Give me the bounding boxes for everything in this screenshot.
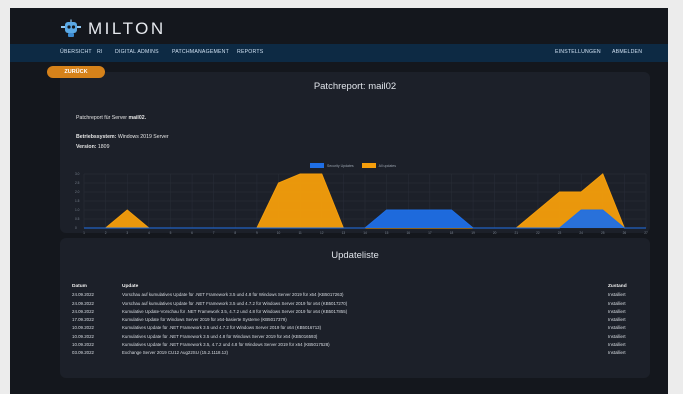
version-label: Version: (76, 144, 97, 150)
x-tick-label: 15 (385, 231, 389, 235)
server-info: Patchreport für Server mail02. (76, 115, 146, 121)
nav-item-abmelden[interactable]: ABMELDEN (612, 49, 642, 55)
x-tick-label: 22 (536, 231, 540, 235)
table-row: 24.09.2022 Kumulative Update-Vorschau für… (72, 309, 636, 317)
table-row: 10.09.2022 Kumulatives Update für .NET Fr… (72, 342, 636, 350)
x-tick-label: 20 (493, 231, 497, 235)
os-label: Betriebssystem: (76, 134, 117, 140)
row-status: Installiert (608, 300, 626, 306)
row-date: 03.09.2022 (72, 350, 94, 356)
table-row: 03.09.2022 Exchange Server 2019 CU12 Aug2… (72, 350, 636, 358)
nav-item-patchmanagement[interactable]: PATCHMANAGEMENT (172, 49, 229, 55)
nav-item-reports[interactable]: REPORTS (237, 49, 263, 55)
updates-table: Datum Update Zustand 24.09.2022 Vorschau … (72, 284, 636, 359)
y-tick-label: 2.0 (75, 190, 80, 194)
row-update: Vorschau auf kumulatives Update für .NET… (122, 300, 348, 306)
x-tick-label: 19 (471, 231, 475, 235)
os-info: Betriebssystem: Windows 2019 Server (76, 134, 169, 140)
table-row: 24.09.2022 Vorschau auf kumulatives Updat… (72, 292, 636, 300)
back-button[interactable]: ZURÜCK (47, 66, 105, 78)
row-date: 10.09.2022 (72, 342, 94, 348)
row-date: 24.09.2022 (72, 308, 94, 314)
milton-logo[interactable]: MILTON (60, 18, 166, 40)
row-status: Installiert (608, 325, 626, 331)
nav-item-uebersicht[interactable]: ÜBERSICHT (60, 49, 92, 55)
updates-area-chart: 00.51.01.52.02.53.01 2 3 4 5 6 7 8 9 10 11 12 13 14 15… (75, 172, 648, 235)
server-name: mail02. (128, 115, 147, 121)
row-date: 10.09.2022 (72, 333, 94, 339)
x-tick-label: 4 (148, 231, 150, 235)
x-tick-label: 1 (83, 231, 85, 235)
main-navigation: ÜBERSICHT RI DIGITAL ADMINS PATCHMANAGEM… (10, 44, 668, 62)
table-header-row: Datum Update Zustand (72, 284, 636, 292)
y-tick-label: 1.0 (75, 208, 80, 212)
y-tick-label: 2.5 (75, 181, 80, 185)
x-tick-label: 12 (320, 231, 324, 235)
version-info: Version: 1809 (76, 144, 109, 150)
row-date: 24.09.2022 (72, 292, 94, 298)
table-row: 10.09.2022 Kumulatives Update für .NET Fr… (72, 334, 636, 342)
x-tick-label: 14 (363, 231, 367, 235)
updateliste-title: Updateliste (331, 250, 379, 261)
y-tick-label: 0 (75, 226, 77, 230)
row-update: Kumulative Update-Vorschau für .NET Fram… (122, 308, 348, 314)
x-tick-label: 6 (191, 231, 193, 235)
row-status: Installiert (608, 342, 626, 348)
x-tick-label: 8 (234, 231, 236, 235)
row-update: Kumulative Update für Windows Server 201… (122, 317, 287, 323)
x-tick-label: 11 (298, 231, 302, 235)
x-tick-label: 18 (450, 231, 454, 235)
row-date: 17.09.2022 (72, 317, 94, 323)
y-tick-label: 0.5 (75, 217, 80, 221)
page-title: Patchreport: mail02 (313, 81, 397, 92)
x-tick-label: 10 (277, 231, 281, 235)
y-tick-label: 3.0 (75, 172, 80, 176)
row-status: Installiert (608, 292, 626, 298)
row-status: Installiert (608, 333, 626, 339)
x-tick-label: 7 (213, 231, 215, 235)
row-update: Kumulatives Update für .NET Framework 3.… (122, 325, 322, 331)
header-datum: Datum (72, 284, 87, 289)
row-status: Installiert (608, 308, 626, 314)
x-tick-label: 23 (558, 231, 562, 235)
updateliste-panel: Updateliste Datum Update Zustand 24.09.2… (60, 238, 650, 378)
nav-item-digital-admins[interactable]: DIGITAL ADMINS (115, 49, 159, 55)
x-tick-label: 5 (170, 231, 172, 235)
row-update: Kumulatives Update für .NET Framework 3.… (122, 333, 318, 339)
row-date: 10.09.2022 (72, 325, 94, 331)
app-window: MILTON ÜBERSICHT RI DIGITAL ADMINS PATCH… (10, 8, 668, 394)
row-date: 24.09.2022 (72, 300, 94, 306)
x-tick-label: 3 (126, 231, 128, 235)
table-row: 10.09.2022 Kumulatives Update für .NET Fr… (72, 325, 636, 333)
version-value: 1809 (96, 144, 110, 150)
table-row: 17.09.2022 Kumulative Update für Windows … (72, 317, 636, 325)
os-value: Windows 2019 Server (116, 134, 169, 140)
table-row: 24.09.2022 Vorschau auf kumulatives Updat… (72, 301, 636, 309)
nav-item-einstellungen[interactable]: EINSTELLUNGEN (555, 49, 601, 55)
x-tick-label: 13 (342, 231, 346, 235)
x-tick-label: 2 (105, 231, 107, 235)
row-update: Kumulatives Update für .NET Framework 3.… (122, 342, 330, 348)
header-update: Update (122, 284, 139, 289)
header-zustand: Zustand (608, 284, 627, 289)
x-tick-label: 27 (644, 231, 648, 235)
server-prefix: Patchreport für Server (76, 115, 129, 121)
brand-name: MILTON (88, 19, 166, 38)
x-tick-label: 21 (515, 231, 519, 235)
robot-logo-icon (61, 19, 81, 37)
x-tick-label: 25 (601, 231, 605, 235)
row-status: Installiert (608, 317, 626, 323)
x-tick-label: 9 (256, 231, 258, 235)
row-update: Vorschau auf kumulatives Update für .NET… (122, 292, 344, 298)
y-tick-label: 1.5 (75, 199, 80, 203)
x-tick-label: 17 (428, 231, 432, 235)
x-tick-label: 26 (623, 231, 627, 235)
row-status: Installiert (608, 350, 626, 356)
row-update: Exchange Server 2019 CU12 Aug22SU (15.2.… (122, 350, 229, 356)
nav-item-ri[interactable]: RI (97, 49, 103, 55)
x-tick-label: 24 (579, 231, 583, 235)
x-tick-label: 16 (406, 231, 410, 235)
